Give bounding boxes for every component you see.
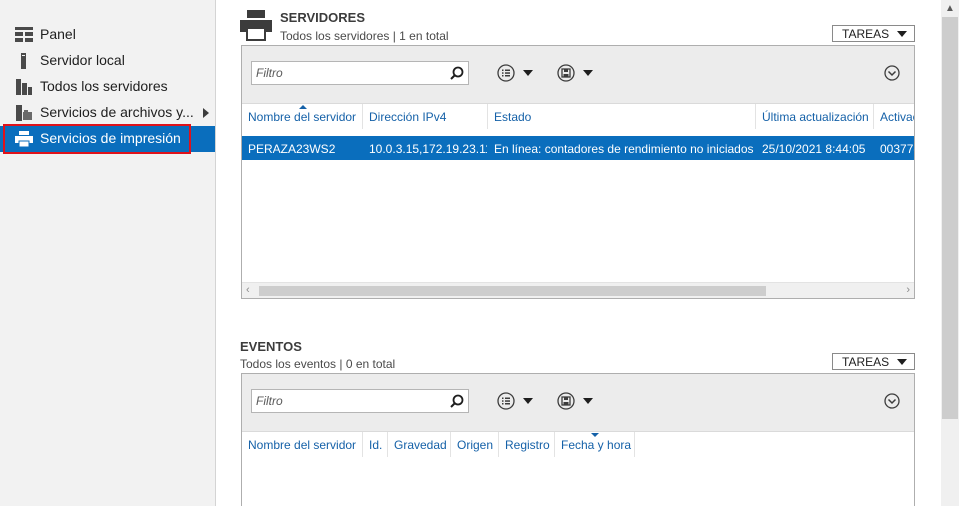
servers-tile: Filtro Nombre del servidor Dirección IPv…	[241, 45, 915, 299]
save-icon	[557, 392, 575, 410]
cell-server-name: PERAZA23WS2	[248, 142, 336, 156]
all-servers-icon	[16, 79, 32, 95]
scroll-left-icon[interactable]: ‹	[246, 284, 250, 296]
cell-status: En línea: contadores de rendimiento no i…	[494, 142, 754, 156]
sidebar-item-label: Todos los servidores	[40, 78, 168, 94]
events-toolbar: Filtro	[242, 374, 914, 432]
events-table-header: Nombre del servidor Id. Gravedad Origen …	[242, 432, 914, 457]
column-header[interactable]: Origen	[451, 432, 499, 457]
list-icon	[497, 392, 515, 410]
scrollbar-thumb[interactable]	[259, 286, 766, 296]
filter-placeholder: Filtro	[256, 394, 283, 408]
sidebar-item-all-servers[interactable]: Todos los servidores	[0, 74, 215, 100]
scrollbar-thumb[interactable]	[942, 17, 958, 419]
main-content: SERVIDORES Todos los servidores | 1 en t…	[217, 0, 941, 506]
column-header[interactable]: Registro	[499, 432, 555, 457]
filter-input[interactable]: Filtro	[251, 389, 469, 413]
cell-activation: 00377-	[880, 142, 914, 156]
section-title-servers: SERVIDORES	[280, 10, 366, 25]
sidebar-item-label: Servicios de archivos y...	[40, 104, 194, 120]
sidebar-item-file-services[interactable]: Servicios de archivos y...	[0, 100, 215, 126]
column-header[interactable]: Dirección IPv4	[363, 104, 488, 129]
sort-ascending-icon	[299, 105, 307, 109]
column-header[interactable]: Estado	[488, 104, 756, 129]
tasks-label: TAREAS	[842, 355, 890, 369]
column-header[interactable]: Id.	[363, 432, 388, 457]
chevron-down-icon	[583, 398, 593, 404]
list-options-button[interactable]	[497, 392, 537, 410]
dashboard-icon	[15, 27, 33, 42]
printer-icon	[240, 10, 272, 41]
filter-placeholder: Filtro	[256, 66, 283, 80]
filter-input[interactable]: Filtro	[251, 61, 469, 85]
section-title-events: EVENTOS	[240, 339, 302, 354]
chevron-right-icon[interactable]	[203, 108, 209, 118]
horizontal-scrollbar[interactable]: ‹ ›	[242, 282, 914, 298]
search-icon[interactable]	[450, 394, 464, 408]
printer-icon	[15, 131, 33, 147]
column-header[interactable]: Gravedad	[388, 432, 451, 457]
tasks-label: TAREAS	[842, 27, 890, 41]
sidebar-item-label: Servicios de impresión	[40, 130, 181, 146]
cell-last-update: 25/10/2021 8:44:05	[762, 142, 866, 156]
sidebar: Panel Servidor local Todos los servidore…	[0, 0, 216, 506]
sidebar-item-print-services[interactable]: Servicios de impresión	[0, 126, 215, 152]
scroll-right-icon[interactable]: ›	[906, 284, 910, 296]
events-tile: Filtro Nombre del servidor Id. Gravedad …	[241, 373, 915, 506]
servers-table-header: Nombre del servidor Dirección IPv4 Estad…	[242, 104, 914, 129]
sidebar-item-label: Servidor local	[40, 52, 125, 68]
expand-icon[interactable]	[884, 65, 900, 81]
column-header[interactable]: Nombre del servidor	[242, 432, 363, 457]
sidebar-item-label: Panel	[40, 26, 76, 42]
chevron-down-icon	[523, 70, 533, 76]
column-header[interactable]: Última actualización	[756, 104, 874, 129]
section-subtitle-events: Todos los eventos | 0 en total	[240, 357, 396, 371]
sidebar-item-panel[interactable]: Panel	[0, 22, 215, 48]
list-icon	[497, 64, 515, 82]
scroll-up-icon[interactable]: ▲	[945, 3, 955, 14]
servers-toolbar: Filtro	[242, 46, 914, 104]
chevron-down-icon	[523, 398, 533, 404]
save-query-button[interactable]	[557, 392, 597, 410]
cell-ipv4: 10.0.3.15,172.19.23.11	[369, 142, 487, 156]
expand-icon[interactable]	[884, 393, 900, 409]
list-options-button[interactable]	[497, 64, 537, 82]
save-icon	[557, 64, 575, 82]
section-subtitle-servers: Todos los servidores | 1 en total	[280, 29, 449, 43]
sort-descending-icon	[591, 433, 599, 437]
column-header[interactable]: Activación de Windows	[874, 104, 914, 129]
file-services-icon	[16, 105, 32, 121]
tasks-dropdown-servers[interactable]: TAREAS	[832, 25, 915, 42]
save-query-button[interactable]	[557, 64, 597, 82]
caret-down-icon	[897, 359, 907, 365]
sidebar-item-local-server[interactable]: Servidor local	[0, 48, 215, 74]
tasks-dropdown-events[interactable]: TAREAS	[832, 353, 915, 370]
chevron-down-icon	[583, 70, 593, 76]
vertical-scrollbar[interactable]: ▲	[941, 0, 959, 506]
local-server-icon	[21, 53, 26, 69]
table-row[interactable]: PERAZA23WS2 10.0.3.15,172.19.23.11 En lí…	[242, 136, 914, 160]
caret-down-icon	[897, 31, 907, 37]
search-icon[interactable]	[450, 66, 464, 80]
